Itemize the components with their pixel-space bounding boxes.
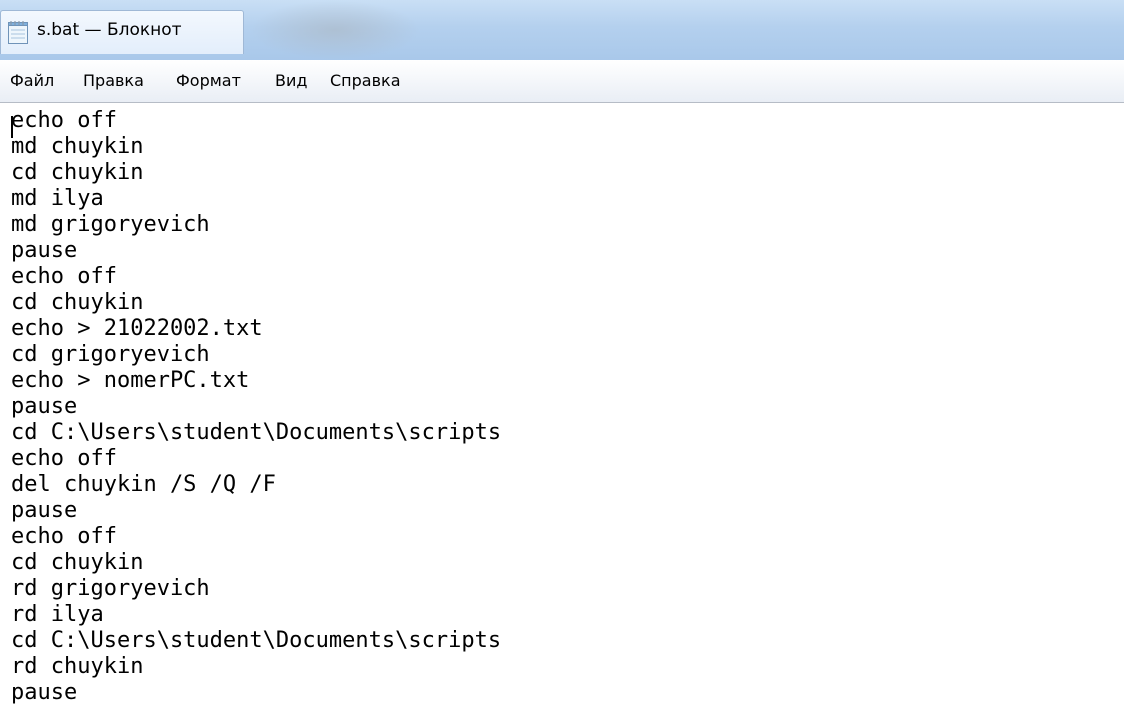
code-line: pause [11,498,78,523]
code-line: rd chuykin [11,654,144,679]
title-bar[interactable]: s.bat — Блокнот [0,0,1124,60]
code-line: echo off [11,446,117,471]
code-line: pause [11,238,78,263]
menu-edit[interactable]: Правка [83,71,144,90]
code-line: md grigoryevich [11,212,210,237]
code-line: pause [11,680,78,705]
code-line: echo off [11,108,117,133]
window-title: s.bat — Блокнот [37,20,182,40]
menu-help[interactable]: Справка [330,71,401,90]
menu-view[interactable]: Вид [275,71,307,90]
code-line: rd grigoryevich [11,576,210,601]
code-line: cd C:\Users\student\Documents\scripts [11,628,502,653]
code-line: del chuykin /S /Q /F [11,472,276,497]
menu-bar: Файл Правка Формат Вид Справка [0,60,1124,103]
code-line: rd ilya [11,602,104,627]
menu-format[interactable]: Формат [176,71,241,90]
window-title-tab[interactable]: s.bat — Блокнот [0,10,244,54]
code-line: pause [11,394,78,419]
code-line: md ilya [11,186,104,211]
code-line: cd grigoryevich [11,342,210,367]
code-line: cd C:\Users\student\Documents\scripts [11,420,502,445]
code-line: echo > nomerPC.txt [11,368,250,393]
code-line: echo > 21022002.txt [11,316,263,341]
code-line: cd chuykin [11,290,144,315]
title-bar-glow [250,0,420,60]
code-line: cd chuykin [11,550,144,575]
text-editor-area[interactable]: echo off md chuykin cd chuykin md ilya m… [0,104,1124,708]
notepad-window: s.bat — Блокнот Файл Правка Формат Вид С… [0,0,1124,708]
menu-file[interactable]: Файл [10,71,54,90]
code-line: echo off [11,524,117,549]
notepad-icon[interactable] [7,19,29,45]
code-line: cd chuykin [11,160,144,185]
code-line: echo off [11,264,117,289]
code-line: md chuykin [11,134,144,159]
